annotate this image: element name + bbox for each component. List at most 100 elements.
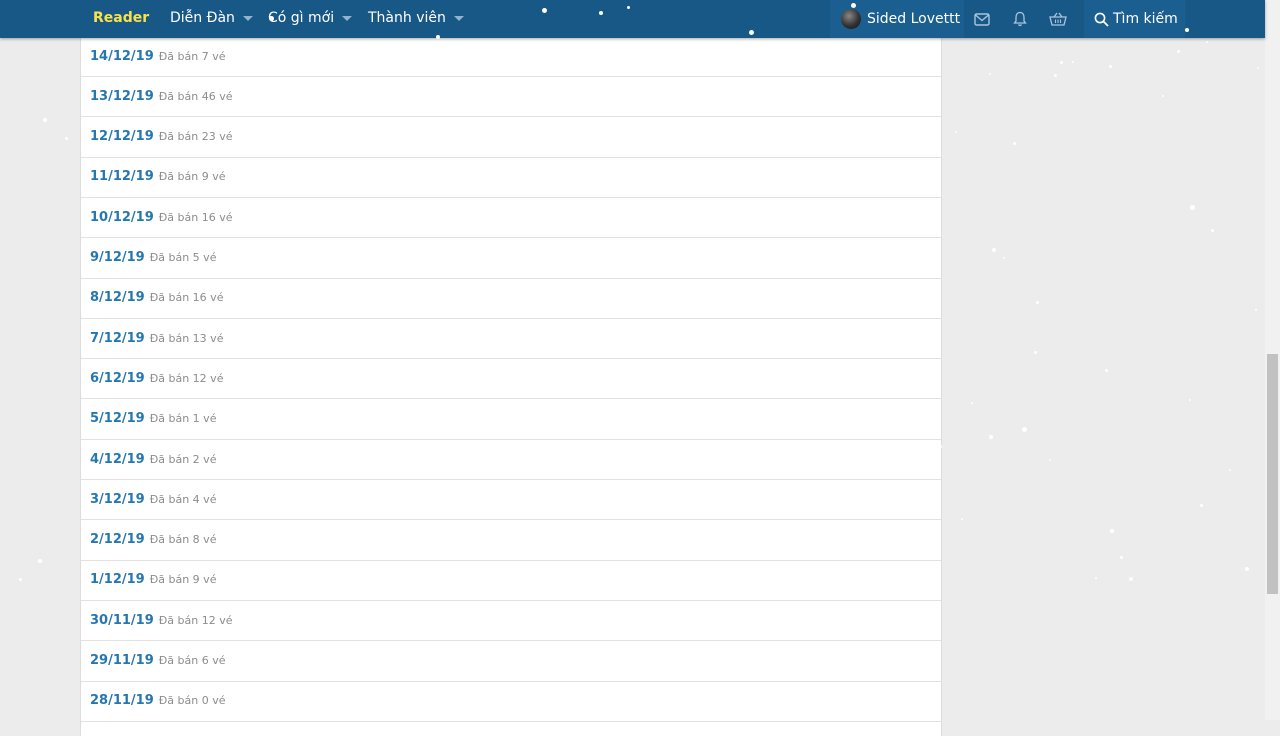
cart-button[interactable] <box>1040 0 1076 38</box>
list-item: 2/12/19 Đã bán 8 vé <box>81 520 941 561</box>
tickets-sold-text: Đã bán 6 vé <box>158 654 226 667</box>
nav-whats-new[interactable]: Có gì mới <box>268 10 353 26</box>
date-link[interactable]: 8/12/19 <box>90 290 145 305</box>
tickets-sold-text: Đã bán 8 vé <box>149 533 217 547</box>
date-link[interactable]: 9/12/19 <box>90 250 145 265</box>
date-link[interactable]: 13/12/19 <box>90 89 154 104</box>
tickets-sold-text: Đã bán 13 vé <box>149 331 224 345</box>
nav-members-label: Thành viên <box>368 10 446 26</box>
snowflake <box>1162 95 1164 97</box>
tickets-sold-text: Đã bán 16 vé <box>149 291 224 305</box>
snowflake <box>1176 49 1180 53</box>
chevron-down-icon[interactable] <box>342 15 353 21</box>
tickets-sold-text: Đã bán 5 vé <box>149 251 217 264</box>
snowflake <box>1110 529 1114 533</box>
tickets-sold-text: Đã bán 7 vé <box>158 49 226 63</box>
tickets-sold-text: Đã bán 1 vé <box>149 412 217 426</box>
list-item: 14/12/19 Đã bán 7 vé <box>81 36 941 77</box>
date-link[interactable]: 2/12/19 <box>90 532 145 547</box>
search-button[interactable]: Tìm kiếm <box>1084 0 1185 38</box>
snowflake <box>955 131 957 133</box>
date-link[interactable]: 29/11/19 <box>90 653 154 668</box>
snowflake <box>1049 459 1051 461</box>
date-link[interactable]: 5/12/19 <box>90 411 145 426</box>
list-item: 13/12/19 Đã bán 46 vé <box>81 76 941 118</box>
list-item: 1/12/19 Đã bán 9 vé <box>81 560 941 601</box>
date-link[interactable]: 28/11/19 <box>90 693 154 708</box>
top-nav-bar: Reader Diễn Đàn Có gì mới Thành viên Sid… <box>0 0 1265 38</box>
inbox-button[interactable] <box>964 0 1000 38</box>
tickets-sold-text: Đã bán 12 vé <box>149 371 224 385</box>
date-link[interactable]: 3/12/19 <box>90 492 145 507</box>
date-link[interactable]: 11/12/19 <box>90 169 154 184</box>
snowflake <box>1257 67 1259 69</box>
snowflake <box>1053 73 1057 77</box>
alerts-button[interactable] <box>1002 0 1038 38</box>
date-link[interactable]: 4/12/19 <box>90 452 145 467</box>
user-name: Sided Lovettt <box>867 11 961 27</box>
bell-icon <box>1013 11 1027 27</box>
snowflake <box>971 402 973 404</box>
snowflake <box>1189 399 1191 401</box>
avatar <box>841 9 861 29</box>
tickets-sold-text: Đã bán 0 vé <box>158 694 226 708</box>
list-item: 30/11/19 Đã bán 12 vé <box>81 600 941 642</box>
snowflake <box>1229 469 1231 471</box>
date-link[interactable]: 6/12/19 <box>90 371 145 386</box>
list-item: 6/12/19 Đã bán 12 vé <box>81 358 941 400</box>
snowflake <box>1189 204 1195 210</box>
tickets-sold-text: Đã bán 4 vé <box>149 492 217 506</box>
tickets-sold-text: Đã bán 9 vé <box>149 573 217 587</box>
user-menu[interactable]: Sided Lovettt <box>830 0 964 38</box>
nav-whats-new-label: Có gì mới <box>268 10 335 26</box>
snowflake <box>1206 41 1208 43</box>
basket-icon <box>1049 12 1067 26</box>
date-link[interactable]: 30/11/19 <box>90 613 154 628</box>
chevron-down-icon[interactable] <box>242 15 253 21</box>
date-link[interactable]: 12/12/19 <box>90 129 154 144</box>
list-item: 10/12/19 Đã bán 16 vé <box>81 197 941 239</box>
list-item: 11/12/19 Đã bán 9 vé <box>81 157 941 198</box>
list-item: 7/12/19 Đã bán 13 vé <box>81 318 941 360</box>
snowflake <box>961 518 963 520</box>
snowflake <box>989 435 993 439</box>
site-logo[interactable]: Reader <box>93 10 149 26</box>
snowflake <box>1119 555 1123 559</box>
tickets-sold-text: Đã bán 46 vé <box>158 89 233 103</box>
list-item: 8/12/19 Đã bán 16 vé <box>81 278 941 319</box>
snowflake <box>1021 426 1027 432</box>
snowflake <box>1003 257 1005 259</box>
snowflake <box>18 577 22 581</box>
list-item: 5/12/19 Đã bán 1 vé <box>81 399 941 440</box>
snowflake <box>1199 503 1203 507</box>
date-link[interactable]: 7/12/19 <box>90 331 145 346</box>
snowflake <box>1033 350 1037 354</box>
scrollbar-thumb[interactable] <box>1267 354 1278 594</box>
snowflake <box>1245 567 1249 571</box>
nav-members[interactable]: Thành viên <box>368 10 464 26</box>
snowflake <box>1255 309 1257 311</box>
list-item: 9/12/19 Đã bán 5 vé <box>81 238 941 279</box>
snowflake <box>1035 300 1039 304</box>
snowflake <box>1059 60 1063 64</box>
tickets-sold-text: Đã bán 2 vé <box>149 452 217 466</box>
nav-forums[interactable]: Diễn Đàn <box>170 10 253 26</box>
snowflake <box>992 248 996 252</box>
search-icon <box>1094 12 1109 27</box>
envelope-icon <box>974 12 990 26</box>
list-item: 12/12/19 Đã bán 23 vé <box>81 117 941 158</box>
page-scrollbar[interactable] <box>1265 0 1280 720</box>
ticket-sales-list: 14/12/19 Đã bán 7 vé 13/12/19 Đã bán 46 vé 1… <box>80 36 942 736</box>
snowflake <box>64 136 68 140</box>
date-link[interactable]: 14/12/19 <box>90 49 154 64</box>
snowflake <box>1104 368 1108 372</box>
chevron-down-icon[interactable] <box>453 15 464 21</box>
tickets-sold-text: Đã bán 9 vé <box>158 170 226 184</box>
snowflake <box>1210 228 1214 232</box>
snowflake <box>43 118 47 122</box>
snowflake <box>1012 141 1016 145</box>
date-link[interactable]: 1/12/19 <box>90 572 145 587</box>
list-item: 29/11/19 Đã bán 6 vé <box>81 641 941 682</box>
nav-forums-label: Diễn Đàn <box>170 10 235 26</box>
date-link[interactable]: 10/12/19 <box>90 210 154 225</box>
